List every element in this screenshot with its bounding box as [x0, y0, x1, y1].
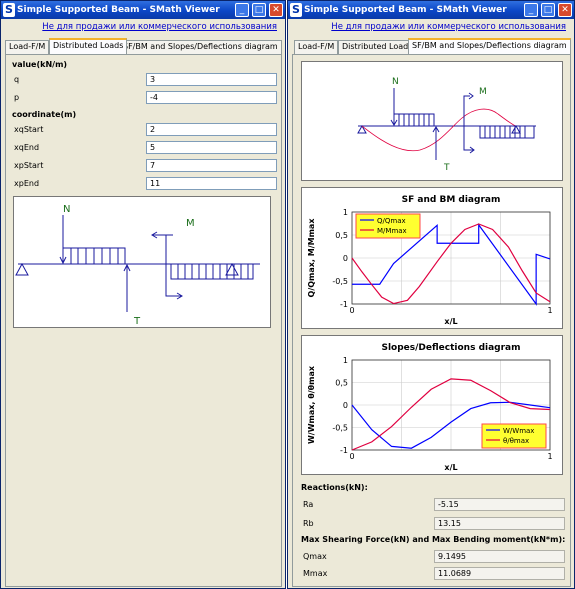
y-tick-label: -0,5 — [332, 277, 348, 286]
tab-sfbm-diagram[interactable]: SF/BM and Slopes/Deflections diagram — [408, 38, 571, 54]
mmax-label: Mmax — [303, 569, 328, 578]
left-support-icon — [357, 124, 367, 134]
distributed-load-p — [170, 263, 254, 280]
minimize-button[interactable]: _ — [235, 3, 249, 17]
tab-load-fm[interactable]: Load-F/M — [294, 40, 339, 54]
y-tick-label: -1 — [340, 446, 348, 455]
p-label: p — [14, 93, 20, 102]
window-title: Simple Supported Beam - SMath Viewer — [304, 5, 507, 15]
y-tick-label: -0,5 — [332, 424, 348, 433]
rb-value: 13.15 — [434, 517, 565, 530]
maximize-button[interactable]: □ — [541, 3, 555, 17]
distributed-loads-panel: value(kN/m) q 3 p -4 coordinate(m) xqSta… — [5, 54, 282, 587]
smath-app-icon: S — [3, 3, 15, 17]
y-axis-label: W/Wmax, θ/θmax — [307, 365, 316, 444]
t-label: T — [443, 163, 450, 173]
q-label: q — [14, 75, 20, 84]
n-label: N — [63, 204, 70, 215]
slopes-chart-svg: Slopes/Deflections diagram10,50-0,5-10 1x… — [307, 343, 553, 472]
close-button[interactable]: ✕ — [558, 3, 572, 17]
t-label: T — [133, 316, 141, 327]
max-header: Max Shearing Force(kN) and Max Bending m… — [301, 535, 566, 544]
x-tick-label: 1 — [547, 452, 552, 461]
force-n-arrow-icon — [59, 215, 67, 265]
p-input[interactable]: -4 — [146, 91, 277, 104]
xqstart-input[interactable]: 2 — [146, 123, 277, 136]
chart-title: SF and BM diagram — [402, 195, 501, 205]
distributed-load-q — [62, 247, 126, 265]
smath-app-icon: S — [290, 3, 302, 17]
x-axis-label: x/L — [444, 317, 457, 326]
value-header: value(kN/m) — [12, 60, 68, 69]
tab-distributed-loads[interactable]: Distributed Loads — [49, 38, 128, 54]
legend-label: θ/θmax — [503, 437, 529, 445]
sfbm-panel: N M T SF and BM diagram 1 0,5 0 -0,5 -1 0 1 x/L Q… — [292, 54, 571, 587]
minimize-button[interactable]: _ — [524, 3, 538, 17]
xqend-label: xqEnd — [14, 143, 40, 152]
xqstart-label: xqStart — [14, 125, 44, 134]
ra-value: -5.15 — [434, 498, 565, 511]
close-button[interactable]: ✕ — [269, 3, 283, 17]
legend-label: W/Wmax — [503, 427, 534, 435]
y-tick-label: 0,5 — [335, 379, 348, 388]
xpstart-label: xpStart — [14, 161, 44, 170]
y-tick-label: 0 — [343, 254, 348, 263]
m-label: M — [186, 218, 195, 229]
legend-label: M/Mmax — [377, 227, 407, 235]
x-axis-label: x/L — [444, 463, 457, 472]
q-input[interactable]: 3 — [146, 73, 277, 86]
xpstart-input[interactable]: 7 — [146, 159, 277, 172]
beam-small-svg: N M T — [357, 77, 536, 173]
ra-label: Ra — [303, 500, 314, 509]
right-support-icon — [511, 124, 521, 134]
reactions-header: Reactions(kN): — [301, 483, 368, 492]
license-link[interactable]: Не для продажи или коммерческого использ… — [331, 22, 566, 32]
coordinate-header: coordinate(m) — [12, 110, 77, 119]
beam-load-svg: N M T — [15, 204, 260, 327]
beam-load-diagram-small: N M T — [301, 61, 563, 181]
maximize-button[interactable]: □ — [252, 3, 266, 17]
y-tick-label: -1 — [340, 300, 348, 309]
x-tick-label: 1 — [547, 306, 552, 315]
xpend-input[interactable]: 11 — [146, 177, 277, 190]
deflection-curve — [361, 108, 517, 152]
right-window: S Simple Supported Beam - SMath Viewer _… — [287, 0, 575, 589]
moment-m-icon — [463, 92, 475, 154]
y-tick-label: 1 — [343, 208, 348, 217]
tab-load-fm[interactable]: Load-F/M — [5, 40, 50, 54]
y-axis-label: Q/Qmax, M/Mmax — [307, 218, 316, 298]
y-tick-label: 1 — [343, 356, 348, 365]
m-label: M — [479, 87, 487, 97]
y-tick-label: 0 — [343, 401, 348, 410]
left-window: S Simple Supported Beam - SMath Viewer _… — [0, 0, 286, 589]
tab-sfbm-diagram[interactable]: SF/BM and Slopes/Deflections diagram — [119, 40, 282, 54]
sfbm-chart-svg: SF and BM diagram10,50-0,5-10 1x/LQ/Qmax,… — [307, 195, 553, 326]
license-link[interactable]: Не для продажи или коммерческого использ… — [42, 22, 277, 32]
legend-label: Q/Qmax — [377, 217, 406, 225]
xpend-label: xpEnd — [14, 179, 40, 188]
force-t-arrow-icon — [123, 263, 131, 312]
tab-distributed-loads[interactable]: Distributed Loads — [338, 40, 417, 54]
qmax-label: Qmax — [303, 552, 327, 561]
mmax-value: 11.0689 — [434, 567, 565, 580]
window-title: Simple Supported Beam - SMath Viewer — [17, 5, 220, 15]
sfbm-chart: SF and BM diagram 1 0,5 0 -0,5 -1 0 1 x/L Q/Qmax,… — [301, 187, 563, 329]
left-support-icon — [15, 262, 29, 276]
distributed-load-q — [393, 113, 435, 127]
xqend-input[interactable]: 5 — [146, 141, 277, 154]
n-label: N — [392, 77, 399, 87]
x-tick-label: 0 — [349, 452, 354, 461]
x-tick-label: 0 — [349, 306, 354, 315]
rb-label: Rb — [303, 519, 314, 528]
right-support-icon — [225, 262, 239, 276]
beam-load-diagram: N M T — [13, 196, 271, 328]
slopes-deflections-chart: Slopes/Deflections diagram 1 0,5 0 -0,5 -1 0 1 x… — [301, 335, 563, 475]
y-tick-label: 0,5 — [335, 231, 348, 240]
distributed-load-p — [479, 125, 535, 139]
qmax-value: 9.1495 — [434, 550, 565, 563]
chart-title: Slopes/Deflections diagram — [381, 343, 520, 353]
force-n-arrow-icon — [390, 88, 398, 126]
